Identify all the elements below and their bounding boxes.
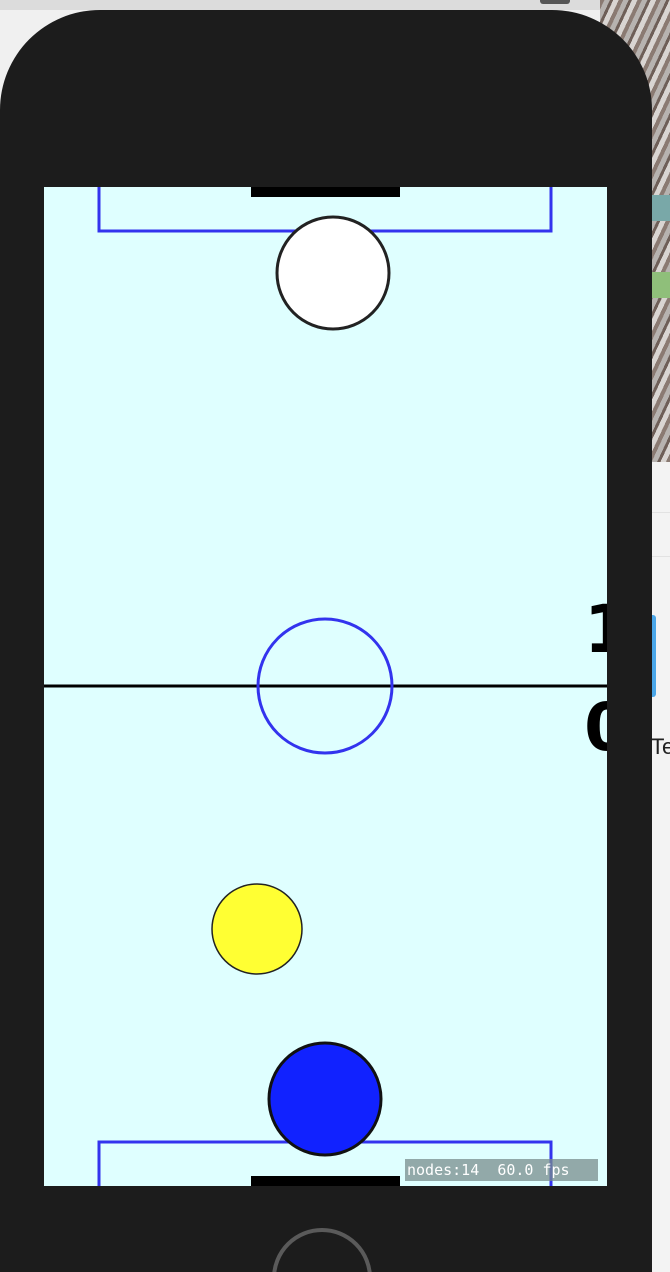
top-goal xyxy=(251,187,400,197)
debug-fps: 60.0 fps xyxy=(497,1161,570,1179)
bottom-goal xyxy=(251,1176,400,1186)
photo-detail xyxy=(650,195,670,221)
rink-drawing xyxy=(44,187,607,1186)
desktop-top-handle xyxy=(540,0,570,4)
debug-node-count: nodes:14 xyxy=(407,1161,480,1179)
home-button[interactable] xyxy=(272,1228,372,1272)
photo-detail xyxy=(652,272,670,298)
player-paddle[interactable] xyxy=(267,1041,383,1157)
player-score: 0 xyxy=(550,695,607,761)
puck xyxy=(211,883,303,975)
debug-stats-overlay: nodes:14 60.0 fps xyxy=(405,1159,598,1181)
screen: Te 1 0 nodes:14 60.0 fps xyxy=(0,0,670,1272)
opponent-score: 1 xyxy=(550,597,607,663)
opponent-paddle xyxy=(275,215,391,331)
air-hockey-rink[interactable]: 1 0 nodes:14 60.0 fps xyxy=(44,187,607,1186)
desktop-partial-text: Te xyxy=(651,734,670,759)
